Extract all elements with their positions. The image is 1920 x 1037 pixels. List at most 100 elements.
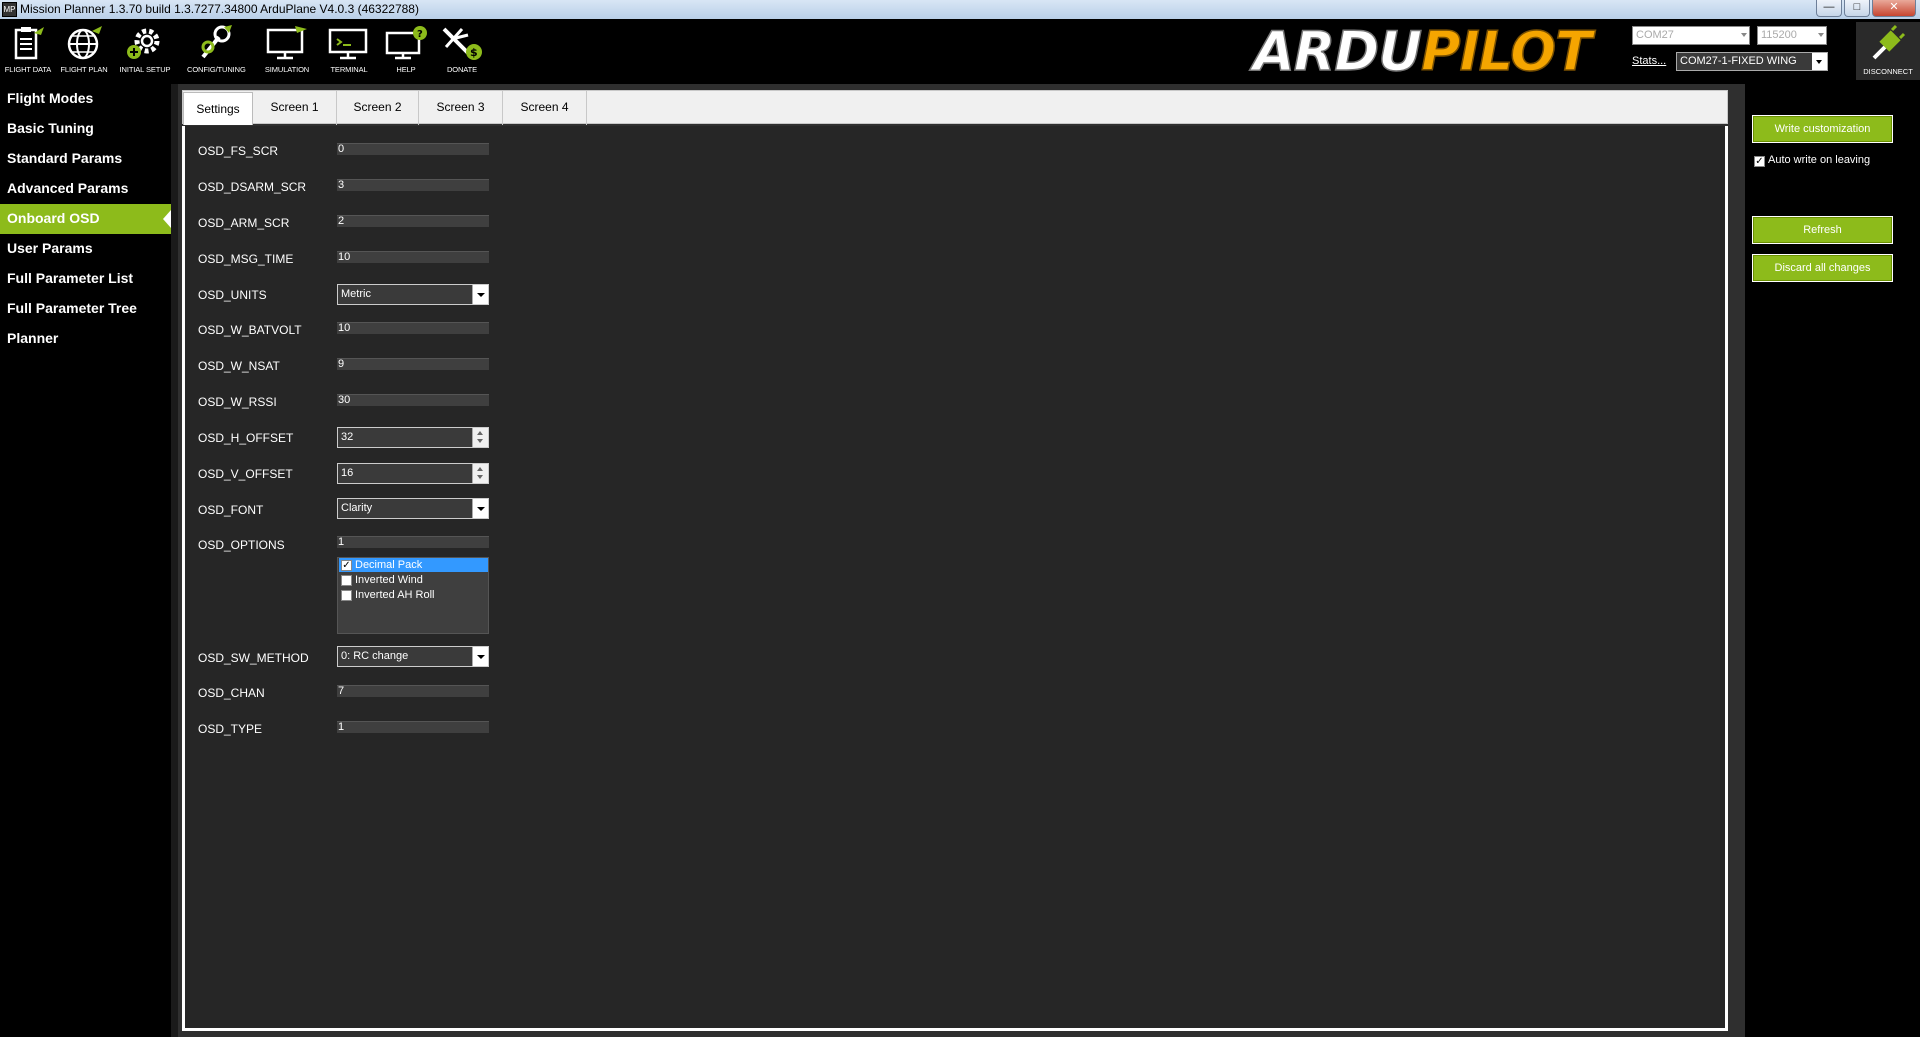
option-inverted-wind[interactable]: Inverted Wind	[339, 573, 488, 587]
osd-h-offset-value: 32	[341, 431, 354, 443]
chevron-down-icon	[472, 499, 488, 518]
tab-screen-2[interactable]: Screen 2	[337, 91, 419, 125]
param-label: OSD_DSARM_SCR	[198, 180, 307, 194]
title-bar: MP Mission Planner 1.3.70 build 1.3.7277…	[0, 0, 1920, 19]
svg-text:?: ?	[417, 29, 423, 40]
param-label: OSD_SW_METHOD	[198, 651, 309, 665]
osd-chan-field[interactable]: 7	[337, 685, 489, 697]
toolbar-label: INITIAL SETUP	[119, 65, 171, 74]
main-toolbar: FLIGHT DATA FLIGHT PLAN INITIAL SETUP CO…	[0, 19, 1920, 81]
osd-dsarm-scr-field[interactable]: 3	[337, 179, 489, 191]
globe-icon	[67, 26, 102, 60]
spin-up-icon	[477, 467, 483, 471]
clipboard-icon	[14, 27, 44, 60]
spin-up-icon	[477, 431, 483, 435]
logo-text-ardu: ARDU	[1252, 20, 1423, 83]
auto-write-option[interactable]: ✓ Auto write on leaving	[1754, 154, 1870, 167]
checkbox[interactable]	[341, 575, 352, 586]
flight-plan-button[interactable]: FLIGHT PLAN	[56, 25, 112, 77]
osd-w-rssi-field[interactable]: 30	[337, 394, 489, 406]
tab-screen-1[interactable]: Screen 1	[253, 91, 337, 125]
port-select-value: COM27	[1636, 29, 1674, 41]
osd-fs-scr-field[interactable]: 0	[337, 143, 489, 155]
param-label: OSD_ARM_SCR	[198, 216, 290, 230]
ardupilot-logo: ARDUPILOT	[1245, 20, 1623, 83]
help-button[interactable]: ? HELP	[378, 25, 434, 77]
initial-setup-button[interactable]: INITIAL SETUP	[117, 25, 173, 77]
stats-link[interactable]: Stats...	[1632, 55, 1666, 67]
config-sidebar: Flight Modes Basic Tuning Standard Param…	[0, 84, 171, 1037]
sidebar-item-flight-modes[interactable]: Flight Modes	[0, 84, 171, 114]
sidebar-item-user-params[interactable]: User Params	[0, 234, 171, 264]
sidebar-item-advanced-params[interactable]: Advanced Params	[0, 174, 171, 204]
logo-text: ARDUPILOT	[1252, 20, 1592, 83]
option-decimal-pack[interactable]: ✓ Decimal Pack	[339, 558, 488, 572]
sidebar-splitter[interactable]	[171, 84, 178, 1037]
osd-options-field[interactable]: 1	[337, 536, 489, 548]
option-label: Inverted AH Roll	[355, 589, 435, 601]
auto-write-checkbox[interactable]: ✓	[1754, 156, 1765, 167]
osd-h-offset-stepper[interactable]: 32	[337, 427, 489, 448]
checkbox[interactable]: ✓	[341, 560, 352, 571]
chevron-down-icon	[472, 647, 488, 666]
port-select[interactable]: COM27	[1632, 26, 1750, 45]
osd-arm-scr-field[interactable]: 2	[337, 215, 489, 227]
osd-msg-time-field[interactable]: 10	[337, 251, 489, 263]
simulation-button[interactable]: SIMULATION	[259, 25, 315, 77]
sidebar-item-basic-tuning[interactable]: Basic Tuning	[0, 114, 171, 144]
sidebar-item-planner[interactable]: Planner	[0, 324, 171, 354]
help-icon: ?	[385, 26, 427, 60]
toolbar-label: TERMINAL	[330, 65, 368, 74]
osd-w-nsat-field[interactable]: 9	[337, 358, 489, 370]
param-label: OSD_OPTIONS	[198, 538, 285, 552]
flight-data-button[interactable]: FLIGHT DATA	[0, 25, 56, 77]
checkbox[interactable]	[341, 590, 352, 601]
tab-screen-4[interactable]: Screen 4	[503, 91, 587, 125]
param-label: OSD_MSG_TIME	[198, 252, 294, 266]
write-customization-button[interactable]: Write customization	[1752, 115, 1893, 143]
param-label: OSD_FONT	[198, 503, 264, 517]
osd-sw-method-value: 0: RC change	[341, 650, 409, 662]
osd-font-select[interactable]: Clarity	[337, 498, 489, 519]
spin-buttons[interactable]	[472, 464, 488, 483]
param-label: OSD_TYPE	[198, 722, 263, 736]
osd-units-select[interactable]: Metric	[337, 284, 489, 305]
sidebar-item-full-parameter-tree[interactable]: Full Parameter Tree	[0, 294, 171, 324]
spin-down-icon	[477, 475, 483, 479]
osd-w-batvolt-field[interactable]: 10	[337, 322, 489, 334]
sidebar-item-standard-params[interactable]: Standard Params	[0, 144, 171, 174]
close-button[interactable]: ✕	[1872, 0, 1916, 17]
terminal-button[interactable]: TERMINAL	[321, 25, 377, 77]
tab-settings[interactable]: Settings	[183, 92, 253, 125]
sidebar-item-onboard-osd[interactable]: Onboard OSD	[0, 204, 171, 234]
osd-sw-method-select[interactable]: 0: RC change	[337, 646, 489, 667]
logo-text-pilot: PILOT	[1420, 20, 1592, 83]
tab-screen-3[interactable]: Screen 3	[419, 91, 503, 125]
maximize-button[interactable]: □	[1844, 0, 1870, 17]
osd-options-checklist: ✓ Decimal Pack Inverted Wind Inverted AH …	[337, 557, 489, 634]
config-tuning-button[interactable]: CONFIG/TUNING	[187, 25, 246, 77]
refresh-button[interactable]: Refresh	[1752, 216, 1893, 244]
monitor-plane-icon	[266, 26, 307, 60]
param-label: OSD_FS_SCR	[198, 144, 279, 158]
donate-button[interactable]: $ DONATE	[434, 25, 490, 77]
osd-v-offset-stepper[interactable]: 16	[337, 463, 489, 484]
param-label: OSD_UNITS	[198, 288, 267, 302]
param-label: OSD_H_OFFSET	[198, 431, 294, 445]
option-inverted-ah-roll[interactable]: Inverted AH Roll	[339, 588, 488, 602]
baud-select[interactable]: 115200	[1757, 26, 1827, 45]
minimize-button[interactable]: —	[1816, 0, 1842, 17]
toolbar-label: FLIGHT PLAN	[60, 65, 108, 74]
spin-buttons[interactable]	[472, 428, 488, 447]
discard-all-changes-button[interactable]: Discard all changes	[1752, 254, 1893, 282]
donate-icon: $	[442, 27, 482, 60]
connection-select[interactable]: COM27-1-FIXED WING	[1676, 52, 1828, 71]
osd-type-field[interactable]: 1	[337, 721, 489, 733]
window-title: Mission Planner 1.3.70 build 1.3.7277.34…	[20, 2, 419, 16]
mission-planner-window: MP Mission Planner 1.3.70 build 1.3.7277…	[0, 0, 1920, 1037]
disconnect-button[interactable]: DISCONNECT	[1856, 22, 1920, 80]
spin-down-icon	[477, 439, 483, 443]
svg-text:$: $	[470, 46, 478, 59]
baud-select-value: 115200	[1761, 29, 1797, 41]
sidebar-item-full-parameter-list[interactable]: Full Parameter List	[0, 264, 171, 294]
